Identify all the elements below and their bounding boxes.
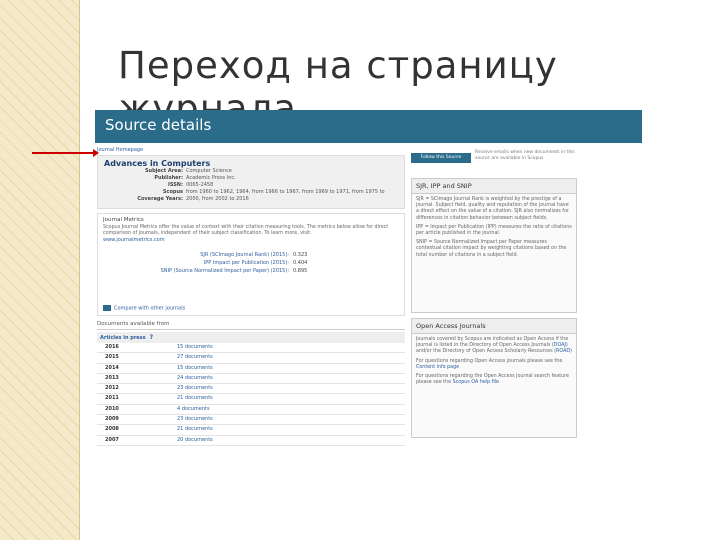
documents-row: 2008 21 documents — [97, 425, 405, 436]
open-access-panel: Open Access Journals Journals covered by… — [411, 318, 577, 438]
ipp-text: IPP = Impact per Publication (IPP) measu… — [416, 224, 572, 237]
articles-in-press-link[interactable]: Articles in press? — [97, 332, 405, 343]
oa-help: For questions regarding the Open Access … — [416, 374, 569, 386]
field-row: Scopus Coverage Years: from 1960 to 1962,… — [137, 189, 385, 202]
oa-text: Journals covered by Scopus are indicated… — [416, 337, 572, 355]
count-link[interactable]: 27 documents — [177, 353, 213, 362]
sjr-ipp-snip-panel: SJR, IPP and SNIP SJR = SCImago Journal … — [411, 178, 577, 313]
year-cell: 2014 — [105, 364, 119, 371]
help-icon[interactable]: ? — [150, 334, 153, 341]
documents-row: 2009 23 documents — [97, 415, 405, 426]
documents-row: 2012 23 documents — [97, 384, 405, 395]
year-cell: 2011 — [105, 395, 119, 402]
follow-note: Receive emails when new documents in thi… — [475, 150, 575, 161]
documents-section: Documents available from Articles in pre… — [97, 321, 405, 446]
journal-metrics: Journal Metrics Scopus Journal Metrics o… — [97, 213, 405, 316]
metric-row: SNIP (Source Normalized Impact per Paper… — [160, 268, 308, 274]
journal-title: Advances in Computers — [104, 159, 211, 168]
year-cell: 2009 — [105, 416, 119, 423]
panel-title: SJR, IPP and SNIP — [412, 179, 576, 194]
compare-link[interactable]: Compare with other journals — [103, 304, 185, 311]
metric-row: IPP Impact per Publication (2015): 0.404 — [203, 260, 308, 266]
count-link[interactable]: 15 documents — [177, 343, 213, 352]
sjr-text: SJR = SCImago Journal Rank is weighted b… — [416, 197, 569, 221]
count-link[interactable]: 21 documents — [177, 425, 213, 434]
metrics-description: Scopus Journal Metrics offer the value o… — [103, 225, 389, 236]
year-cell: 2016 — [105, 344, 119, 350]
year-cell: 2010 — [105, 405, 119, 412]
journal-info: Advances in Computers Subject Area: Compu… — [97, 155, 405, 209]
count-link[interactable]: 24 documents — [177, 374, 213, 383]
count-link[interactable]: 20 documents — [177, 436, 213, 445]
road-link[interactable]: (ROAD) — [554, 349, 572, 354]
year-cell: 2015 — [105, 354, 119, 361]
documents-row: 2013 24 documents — [97, 374, 405, 385]
field-row: Subject Area: Computer Science — [144, 168, 232, 174]
documents-row: 2011 21 documents — [97, 394, 405, 405]
count-link[interactable]: 4 documents — [177, 405, 210, 414]
field-row: Publisher: Academic Press Inc. — [154, 175, 236, 181]
count-link[interactable]: 15 documents — [177, 364, 213, 373]
year-cell: 2013 — [105, 374, 119, 381]
content-info-link[interactable]: Content info page — [416, 365, 459, 370]
documents-row: 2014 15 documents — [97, 364, 405, 374]
red-arrow — [32, 149, 99, 157]
year-cell: 2007 — [105, 436, 119, 443]
slide-decoration — [0, 0, 80, 540]
year-cell: 2012 — [105, 385, 119, 392]
documents-row: 2015 27 documents — [97, 353, 405, 364]
source-details-banner: Source details — [95, 110, 642, 143]
year-cell: 2008 — [105, 426, 119, 433]
documents-header: Documents available from — [97, 321, 405, 330]
documents-row: 2007 20 documents — [97, 436, 405, 446]
oa-content-info: For questions regarding Open Access jour… — [416, 358, 563, 370]
breadcrumb[interactable]: Journal Homepage — [97, 147, 143, 153]
documents-row: 2016 15 documents — [97, 343, 405, 354]
follow-source-button[interactable]: Follow this Source — [411, 153, 471, 163]
doaj-link[interactable]: (DOAJ) — [552, 343, 568, 348]
snip-text: SNIP = Source Normalized Impact per Pape… — [416, 240, 567, 258]
count-link[interactable]: 23 documents — [177, 415, 213, 424]
main-column: Advances in Computers Subject Area: Compu… — [95, 155, 407, 446]
field-row: ISSN: 0065-2458 — [167, 182, 214, 188]
count-link[interactable]: 23 documents — [177, 384, 213, 393]
metric-row: SJR (SCImago Journal Rank) (2015): 0.323 — [200, 252, 308, 258]
documents-row: 2010 4 documents — [97, 405, 405, 416]
metrics-header: Journal Metrics — [103, 217, 144, 223]
scopus-screenshot: Source details Journal Homepage Advances… — [95, 110, 642, 482]
count-link[interactable]: 21 documents — [177, 394, 213, 403]
chart-icon — [103, 304, 111, 311]
oa-help-link[interactable]: Scopus OA help file — [453, 380, 499, 385]
panel-title: Open Access Journals — [412, 319, 576, 334]
